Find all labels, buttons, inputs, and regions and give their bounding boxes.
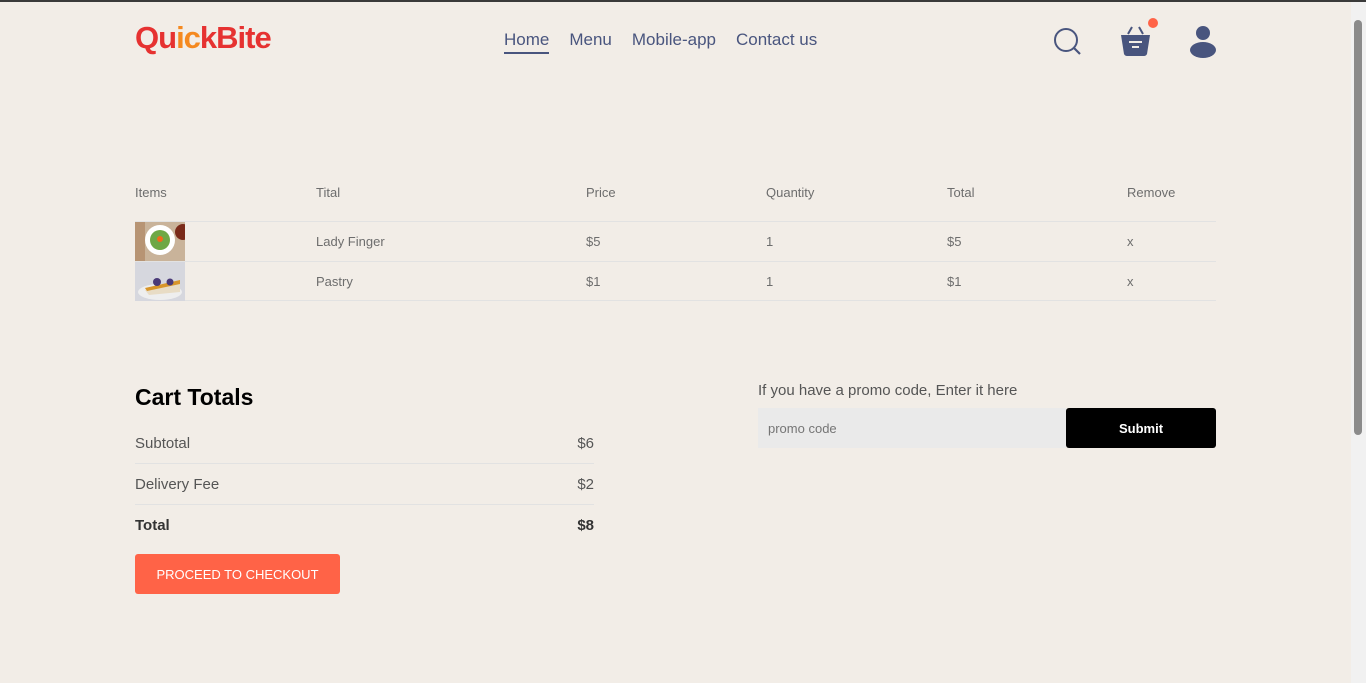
logo[interactable]: QuickBite (135, 20, 272, 56)
cart-totals: Cart Totals Subtotal $6 Delivery Fee $2 To… (135, 384, 594, 594)
header-items: Items (135, 185, 167, 200)
item-image (135, 222, 185, 261)
proceed-to-checkout-button[interactable]: PROCEED TO CHECKOUT (135, 554, 340, 594)
item-total: $1 (947, 274, 962, 289)
remove-button[interactable]: x (1127, 274, 1216, 289)
promo-section: If you have a promo code, Enter it here … (758, 382, 1216, 448)
header-quantity: Quantity (766, 185, 815, 200)
item-quantity: 1 (766, 274, 774, 289)
navbar: Home Menu Mobile-app Contact us (504, 30, 817, 54)
remove-button[interactable]: x (1127, 234, 1216, 249)
cart-items-table: Items Tital Price Quantity Total Remove … (135, 182, 1216, 301)
delivery-row: Delivery Fee $2 (135, 464, 594, 505)
item-price: $5 (586, 234, 601, 249)
item-total: $5 (947, 234, 962, 249)
search-icon[interactable] (1053, 27, 1083, 57)
page: QuickBite Home Menu Mobile-app Contact u… (0, 2, 1351, 683)
delivery-value: $2 (577, 475, 594, 493)
subtotal-label: Subtotal (135, 434, 191, 452)
total-label: Total (135, 517, 170, 534)
table-row: Pastry $1 1 $1 x (135, 261, 1216, 301)
item-quantity: 1 (766, 234, 774, 249)
promo-form: Submit (758, 408, 1216, 448)
header-title: Tital (316, 185, 341, 200)
nav-contact-us[interactable]: Contact us (736, 30, 817, 54)
table-header: Items Tital Price Quantity Total Remove (135, 182, 1216, 221)
item-price: $1 (586, 274, 601, 289)
scrollbar-thumb[interactable] (1354, 20, 1362, 435)
subtotal-row: Subtotal $6 (135, 423, 594, 464)
promo-code-input[interactable] (758, 408, 1066, 448)
total-row: Total $8 (135, 505, 594, 546)
item-title: Pastry (316, 274, 353, 289)
item-title: Lady Finger (316, 234, 385, 249)
subtotal-value: $6 (577, 434, 594, 452)
nav-mobile-app[interactable]: Mobile-app (632, 30, 716, 54)
basket-icon[interactable] (1120, 24, 1152, 58)
header-remove: Remove (1127, 185, 1176, 200)
nav-menu[interactable]: Menu (569, 30, 612, 54)
promo-label: If you have a promo code, Enter it here (758, 382, 1018, 399)
item-image (135, 262, 185, 301)
nav-home[interactable]: Home (504, 30, 550, 54)
cart-badge (1148, 18, 1158, 28)
total-value: $8 (577, 517, 594, 534)
header-price: Price (586, 185, 616, 200)
delivery-label: Delivery Fee (135, 475, 220, 493)
table-row: Lady Finger $5 1 $5 x (135, 221, 1216, 261)
logo-text: Qu (135, 20, 177, 55)
logo-text: kBite (199, 20, 272, 55)
user-icon[interactable] (1188, 24, 1218, 58)
submit-button[interactable]: Submit (1066, 408, 1216, 448)
header-total: Total (947, 185, 975, 200)
cart-totals-title: Cart Totals (135, 384, 254, 410)
logo-text-accent: ic (176, 20, 201, 55)
